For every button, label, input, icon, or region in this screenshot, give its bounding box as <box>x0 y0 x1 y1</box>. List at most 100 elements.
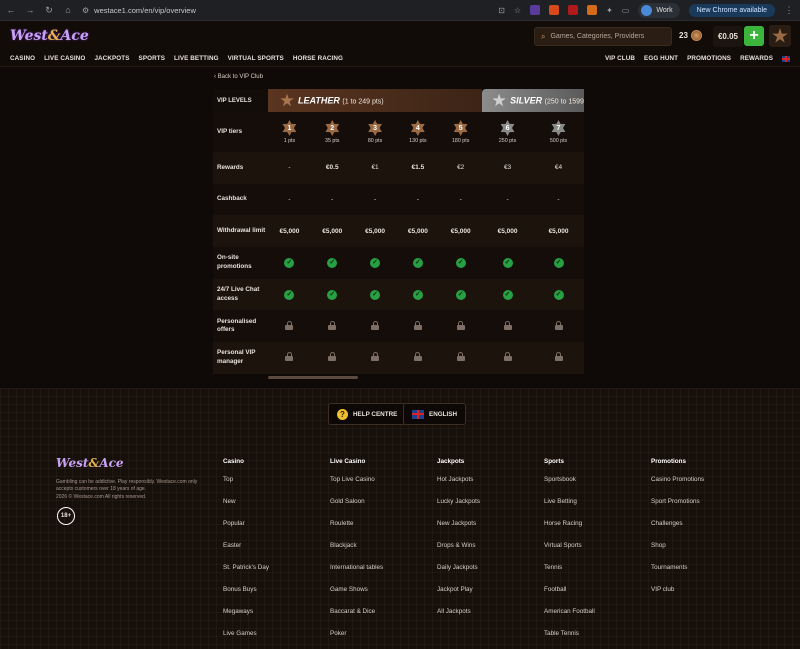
footer-link[interactable]: Game Shows <box>330 586 383 608</box>
footer-link[interactable]: Challenges <box>651 520 704 542</box>
help-question-icon: ? <box>337 408 348 420</box>
footer-link[interactable]: Easter <box>223 542 269 564</box>
back-to-vip-club-link[interactable]: ‹ Back to VIP Club <box>214 74 263 80</box>
nav-live-casino[interactable]: LIVE CASINO <box>44 55 85 62</box>
footer-link[interactable]: St. Patrick's Day <box>223 564 269 586</box>
bookmark-star-icon[interactable]: ☆ <box>514 6 521 15</box>
footer-link[interactable]: Jackpot Play <box>437 586 480 608</box>
locked-cell <box>353 310 397 343</box>
reload-icon[interactable]: ↻ <box>44 5 54 16</box>
balance-display[interactable]: €0.05 <box>713 26 743 47</box>
extensions-puzzle-icon[interactable]: ✦ <box>606 6 613 15</box>
lock-icon <box>413 352 422 362</box>
back-arrow-icon[interactable]: ← <box>6 5 16 15</box>
footer-link[interactable]: Poker <box>330 630 383 649</box>
nav-casino[interactable]: CASINO <box>10 55 35 62</box>
footer-link[interactable]: Tennis <box>544 564 595 586</box>
lock-icon <box>456 352 465 362</box>
footer-link[interactable]: Table Tennis <box>544 630 595 649</box>
footer-link[interactable]: Sport Promotions <box>651 498 704 520</box>
footer-link[interactable]: Popular <box>223 520 269 542</box>
value-cell: €5,000 <box>268 215 311 248</box>
install-icon[interactable]: ⊡ <box>498 6 505 15</box>
footer-logo[interactable]: West&Ace <box>56 456 124 470</box>
footer-link[interactable]: Top Live Casino <box>330 476 383 498</box>
extension-x-icon[interactable] <box>549 5 560 15</box>
footer-link[interactable]: International tables <box>330 564 383 586</box>
deposit-button[interactable]: + <box>744 26 764 46</box>
coins-counter[interactable]: 23 <box>679 30 702 41</box>
locked-cell <box>482 310 534 343</box>
chrome-update-button[interactable]: New Chrome available <box>688 3 775 17</box>
value-cell: €1 <box>353 152 397 184</box>
nav-sports[interactable]: SPORTS <box>139 55 166 62</box>
uk-flag-icon[interactable] <box>782 55 790 62</box>
footer-link[interactable]: Live Games <box>223 630 269 649</box>
footer-column-title[interactable]: Sports <box>544 458 595 476</box>
address-bar[interactable]: ⚙ westace1.com/en/vip/overview <box>82 6 489 15</box>
help-centre-button[interactable]: ? HELP CENTRE <box>328 403 407 425</box>
search-input[interactable]: ⌕ Games, Categories, Providers <box>534 27 672 46</box>
footer-column-title[interactable]: Jackpots <box>437 458 480 476</box>
language-button[interactable]: ENGLISH <box>403 403 466 425</box>
footer-link[interactable]: Horse Racing <box>544 520 595 542</box>
tier-star-icon: 4 <box>410 120 425 136</box>
site-logo[interactable]: West&Ace <box>10 28 89 44</box>
menu-kebab-icon[interactable]: ⋮ <box>784 5 794 16</box>
footer-link[interactable]: New Jackpots <box>437 520 480 542</box>
nav-live-betting[interactable]: LIVE BETTING <box>174 55 219 62</box>
footer-link[interactable]: Baccarat & Dice <box>330 608 383 630</box>
footer-link[interactable]: Tournaments <box>651 564 704 586</box>
footer-link[interactable]: Casino Promotions <box>651 476 704 498</box>
extension-orange-icon[interactable] <box>587 5 598 15</box>
footer-column-title[interactable]: Promotions <box>651 458 704 476</box>
included-cell: ✓ <box>396 247 440 279</box>
row-label: Rewards <box>213 152 269 184</box>
footer-column-title[interactable]: Casino <box>223 458 269 476</box>
nav-jackpots[interactable]: JACKPOTS <box>94 55 129 62</box>
included-cell: ✓ <box>396 278 440 311</box>
footer-link[interactable]: Football <box>544 586 595 608</box>
nav-egg-hunt[interactable]: EGG HUNT <box>644 55 678 62</box>
footer-link[interactable]: Hot Jackpots <box>437 476 480 498</box>
footer-link[interactable]: Blackjack <box>330 542 383 564</box>
forward-arrow-icon[interactable]: → <box>25 5 35 15</box>
table-horizontal-scrollbar[interactable] <box>268 376 358 379</box>
tier-cell: 4 130 pts <box>396 112 440 152</box>
included-cell: ✓ <box>533 278 584 311</box>
vip-levels-table: VIP LEVELS LEATHER (1 to 249 pts) SILVER… <box>213 89 584 374</box>
nav-virtual-sports[interactable]: VIRTUAL SPORTS <box>228 55 284 62</box>
nav-rewards[interactable]: REWARDS <box>740 55 773 62</box>
profile-button[interactable]: Work <box>638 2 680 18</box>
footer-link[interactable]: Live Betting <box>544 498 595 520</box>
extension-red-icon[interactable] <box>568 5 579 15</box>
footer-link[interactable]: VIP club <box>651 586 704 608</box>
footer-link[interactable]: Megaways <box>223 608 269 630</box>
vip-table-scroll[interactable]: VIP LEVELS LEATHER (1 to 249 pts) SILVER… <box>213 89 584 374</box>
footer-link[interactable]: American Football <box>544 608 595 630</box>
extension-link-icon[interactable] <box>530 5 541 15</box>
site-info-icon[interactable]: ⚙ <box>82 6 89 15</box>
footer-link[interactable]: Sportsbook <box>544 476 595 498</box>
vip-row: Cashback - - - - - - - <box>213 183 584 216</box>
footer-link[interactable]: Daily Jackpots <box>437 564 480 586</box>
nav-horse-racing[interactable]: HORSE RACING <box>293 55 343 62</box>
footer-link[interactable]: Top <box>223 476 269 498</box>
footer-link[interactable]: All Jackpots <box>437 608 480 630</box>
footer-column-title[interactable]: Live Casino <box>330 458 383 476</box>
side-panel-icon[interactable]: ▭ <box>622 6 630 15</box>
footer-link[interactable]: Shop <box>651 542 704 564</box>
footer-column: Jackpots Hot Jackpots Lucky Jackpots New Ja… <box>437 458 480 630</box>
home-icon[interactable]: ⌂ <box>63 5 73 15</box>
checkmark-icon: ✓ <box>553 257 564 268</box>
footer-link[interactable]: New <box>223 498 269 520</box>
nav-promotions[interactable]: PROMOTIONS <box>687 55 731 62</box>
nav-vip-club[interactable]: VIP CLUB <box>605 55 635 62</box>
footer-link[interactable]: Roulette <box>330 520 383 542</box>
footer-link[interactable]: Drops & Wins <box>437 542 480 564</box>
user-avatar[interactable] <box>769 25 791 47</box>
footer-link[interactable]: Virtual Sports <box>544 542 595 564</box>
footer-link[interactable]: Lucky Jackpots <box>437 498 480 520</box>
footer-link[interactable]: Gold Saloon <box>330 498 383 520</box>
footer-link[interactable]: Bonus Buys <box>223 586 269 608</box>
